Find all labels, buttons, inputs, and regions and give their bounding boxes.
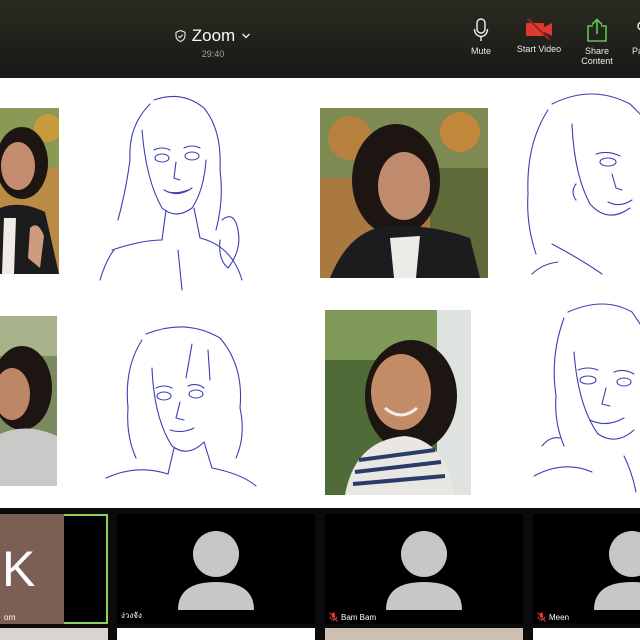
mute-label: Mute: [470, 46, 491, 56]
participant-name-label: Bam Bam: [329, 612, 376, 622]
participants-button[interactable]: Pa: [632, 18, 640, 60]
start-video-label: Start Video: [516, 44, 562, 54]
reference-photo: [0, 316, 57, 486]
default-avatar-icon: [594, 531, 640, 610]
shared-screen-edge: [117, 628, 315, 640]
participant-name-label: ง่วงจัง: [121, 609, 142, 622]
portrait-sketch: [105, 326, 257, 487]
mic-muted-icon: [329, 612, 338, 622]
reference-photo: [325, 310, 471, 495]
shared-screen-edge: [325, 628, 523, 640]
reference-photo: [0, 108, 59, 274]
default-avatar-icon: [386, 531, 462, 610]
microphone-icon: [473, 18, 489, 41]
participant-initial-avatar: K: [0, 514, 64, 624]
participant-strip: K orn ง่วงจัง Bam Bam Meen: [0, 508, 640, 640]
participant-name: ง่วงจัง: [121, 611, 142, 620]
reference-photo: [320, 108, 488, 278]
portrait-sketch: [533, 303, 640, 493]
participant-name: Meen: [549, 612, 570, 622]
shared-screen: [0, 78, 640, 508]
mute-button[interactable]: Mute: [464, 18, 498, 60]
shared-screen-edge: [533, 628, 640, 640]
participants-icon: [637, 21, 640, 31]
shared-screen-edge: [0, 628, 108, 640]
participant-tile[interactable]: Bam Bam: [325, 514, 523, 624]
default-avatar-icon: [178, 531, 254, 610]
share-content-button[interactable]: Share Content: [568, 18, 626, 66]
participant-name: orn: [4, 613, 16, 622]
participant-name: Bam Bam: [341, 612, 377, 622]
participant-name-label: orn: [4, 613, 16, 622]
meeting-title-dropdown[interactable]: Zoom 29:40: [168, 26, 258, 62]
video-off-icon: [526, 18, 552, 40]
mic-muted-icon: [537, 612, 546, 622]
participant-name-label: Meen: [537, 612, 569, 622]
participant-tile[interactable]: K orn: [0, 514, 108, 624]
meeting-title: Zoom: [191, 26, 236, 45]
start-video-button[interactable]: Start Video: [514, 18, 564, 60]
portrait-sketch: [99, 95, 243, 291]
chevron-down-icon: [242, 33, 251, 39]
participant-initial: K: [2, 541, 36, 597]
participants-label: Pa: [632, 46, 640, 56]
share-content-label: Share Content: [581, 46, 613, 66]
participant-tile[interactable]: ง่วงจัง: [117, 514, 315, 624]
meeting-timer: 29:40: [201, 49, 225, 59]
portrait-sketch: [527, 93, 640, 275]
meeting-toolbar: Zoom 29:40 Mute Start Video Share Conten…: [0, 0, 640, 66]
share-arrow-icon: [587, 18, 607, 42]
participant-tile[interactable]: Meen: [533, 514, 640, 624]
shield-icon: [175, 30, 186, 42]
toolbar-divider: [0, 66, 640, 78]
